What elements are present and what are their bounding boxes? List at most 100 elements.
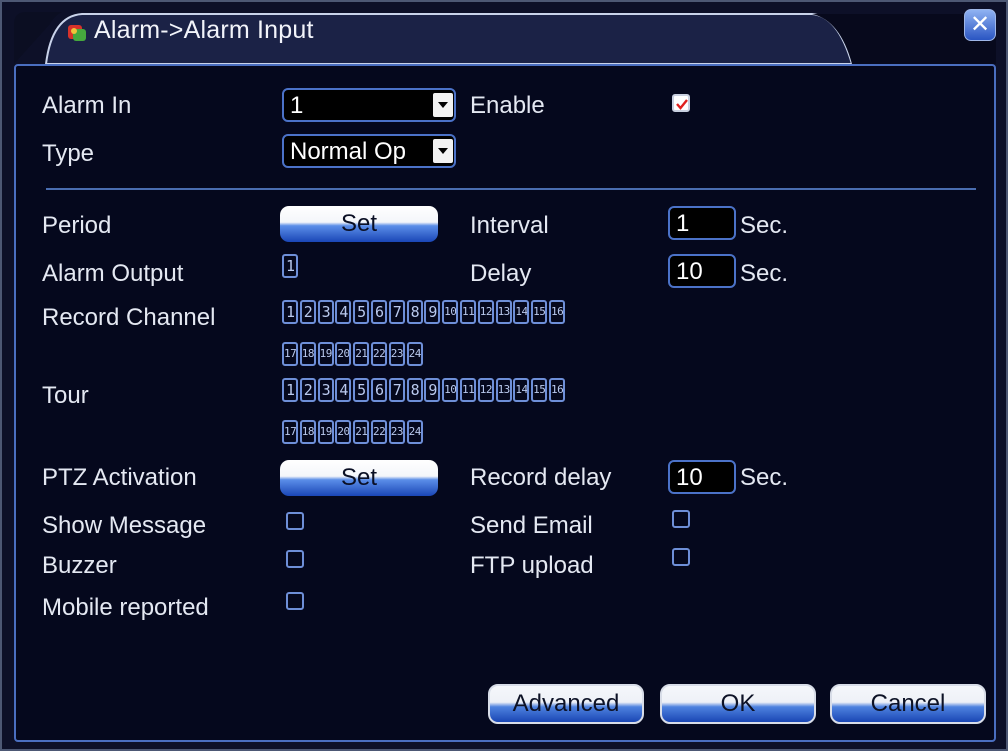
tour-chip[interactable]: 15 <box>531 378 548 402</box>
cancel-button[interactable]: Cancel <box>830 684 986 724</box>
record-delay-input[interactable]: 10 <box>668 460 736 494</box>
alarm-in-select[interactable]: 1 <box>282 88 456 122</box>
tour-chip[interactable]: 23 <box>388 420 405 444</box>
chevron-down-icon[interactable] <box>433 139 453 163</box>
ftp-upload-label: FTP upload <box>470 552 594 579</box>
delay-label: Delay <box>470 260 532 287</box>
tour-chip[interactable]: 7 <box>388 378 405 402</box>
record-channel-chip[interactable]: 7 <box>388 300 405 324</box>
tour-chip[interactable]: 16 <box>548 378 565 402</box>
record-channel-chip[interactable]: 13 <box>495 300 512 324</box>
buzzer-label: Buzzer <box>42 552 117 579</box>
record-channel-chip[interactable]: 22 <box>370 342 387 366</box>
tour-chip[interactable]: 11 <box>459 378 476 402</box>
show-message-label: Show Message <box>42 512 207 539</box>
tour-chip[interactable]: 19 <box>317 420 334 444</box>
record-channel-chip[interactable]: 23 <box>388 342 405 366</box>
record-channel-row-2: 17 18 19 20 21 22 23 24 <box>282 342 424 366</box>
record-channel-chip[interactable]: 19 <box>317 342 334 366</box>
mobile-reported-checkbox[interactable] <box>286 592 304 610</box>
tour-chip[interactable]: 5 <box>353 378 370 402</box>
record-channel-chip[interactable]: 11 <box>459 300 476 324</box>
close-icon: ✕ <box>969 11 991 38</box>
record-channel-chip[interactable]: 3 <box>317 300 334 324</box>
tour-chip[interactable]: 10 <box>442 378 459 402</box>
enable-label: Enable <box>470 92 545 119</box>
alarm-input-window: Alarm->Alarm Input ✕ Alarm In 1 Enable T… <box>0 0 1008 751</box>
record-channel-chip[interactable]: 21 <box>353 342 370 366</box>
alarm-app-icon <box>68 25 86 41</box>
delay-input[interactable]: 10 <box>668 254 736 288</box>
tour-chip[interactable]: 9 <box>424 378 441 402</box>
tour-chip[interactable]: 18 <box>299 420 316 444</box>
show-message-checkbox[interactable] <box>286 512 304 530</box>
tour-chip[interactable]: 6 <box>370 378 387 402</box>
record-channel-chip[interactable]: 9 <box>424 300 441 324</box>
tour-row-2: 17 18 19 20 21 22 23 24 <box>282 420 424 444</box>
tour-chip[interactable]: 3 <box>317 378 334 402</box>
record-channel-chip[interactable]: 10 <box>442 300 459 324</box>
interval-unit: Sec. <box>740 212 789 239</box>
tour-chip[interactable]: 1 <box>282 378 298 402</box>
record-channel-chip[interactable]: 5 <box>353 300 370 324</box>
tour-chip[interactable]: 8 <box>406 378 423 402</box>
type-select[interactable]: Normal Op <box>282 134 456 168</box>
tour-chip[interactable]: 2 <box>299 378 316 402</box>
type-label: Type <box>42 140 95 167</box>
alarm-output-channels: 1 <box>282 254 300 278</box>
record-channel-chip[interactable]: 6 <box>370 300 387 324</box>
interval-label: Interval <box>470 212 549 239</box>
period-label: Period <box>42 212 112 239</box>
tour-chip[interactable]: 12 <box>477 378 494 402</box>
ptz-activation-label: PTZ Activation <box>42 464 197 491</box>
close-button[interactable]: ✕ <box>964 9 996 41</box>
record-delay-value: 10 <box>676 464 703 491</box>
settings-panel: Alarm In 1 Enable Type Normal Op Period … <box>14 64 996 742</box>
window-title: Alarm->Alarm Input <box>94 16 314 44</box>
interval-value: 1 <box>676 210 690 237</box>
advanced-button[interactable]: Advanced <box>488 684 644 724</box>
enable-checkbox[interactable] <box>672 94 690 112</box>
record-channel-chip[interactable]: 1 <box>282 300 298 324</box>
ptz-set-button[interactable]: Set <box>280 460 438 496</box>
record-channel-chip[interactable]: 24 <box>406 342 423 366</box>
tour-chip[interactable]: 14 <box>513 378 530 402</box>
ftp-upload-checkbox[interactable] <box>672 548 690 566</box>
tour-chip[interactable]: 20 <box>335 420 352 444</box>
send-email-checkbox[interactable] <box>672 510 690 528</box>
record-channel-chip[interactable]: 17 <box>282 342 298 366</box>
record-channel-chip[interactable]: 12 <box>477 300 494 324</box>
section-divider <box>46 188 976 190</box>
record-delay-label: Record delay <box>470 464 612 491</box>
period-set-button[interactable]: Set <box>280 206 438 242</box>
buzzer-checkbox[interactable] <box>286 550 304 568</box>
record-channel-chip[interactable]: 16 <box>548 300 565 324</box>
delay-unit: Sec. <box>740 260 789 287</box>
record-channel-chip[interactable]: 8 <box>406 300 423 324</box>
alarm-in-label: Alarm In <box>42 92 132 119</box>
tour-chip[interactable]: 24 <box>406 420 423 444</box>
tour-label: Tour <box>42 382 89 409</box>
tour-chip[interactable]: 22 <box>370 420 387 444</box>
chevron-down-icon[interactable] <box>433 93 453 117</box>
alarm-in-value: 1 <box>290 92 304 119</box>
tour-chip[interactable]: 4 <box>335 378 352 402</box>
ok-button[interactable]: OK <box>660 684 816 724</box>
record-channel-chip[interactable]: 2 <box>299 300 316 324</box>
delay-value: 10 <box>676 258 703 285</box>
interval-input[interactable]: 1 <box>668 206 736 240</box>
tour-chip[interactable]: 17 <box>282 420 298 444</box>
tour-chip[interactable]: 13 <box>495 378 512 402</box>
send-email-label: Send Email <box>470 512 593 539</box>
record-channel-chip[interactable]: 20 <box>335 342 352 366</box>
tour-row-1: 1 2 3 4 5 6 7 8 9 10 11 12 13 14 15 16 <box>282 378 567 402</box>
checkmark-icon <box>676 99 688 110</box>
tour-chip[interactable]: 21 <box>353 420 370 444</box>
record-channel-chip[interactable]: 4 <box>335 300 352 324</box>
record-channel-chip[interactable]: 18 <box>299 342 316 366</box>
mobile-reported-label: Mobile reported <box>42 594 209 621</box>
record-channel-chip[interactable]: 15 <box>531 300 548 324</box>
alarm-output-channel-1[interactable]: 1 <box>282 254 298 278</box>
record-channel-row-1: 1 2 3 4 5 6 7 8 9 10 11 12 13 14 15 16 <box>282 300 567 324</box>
record-channel-chip[interactable]: 14 <box>513 300 530 324</box>
